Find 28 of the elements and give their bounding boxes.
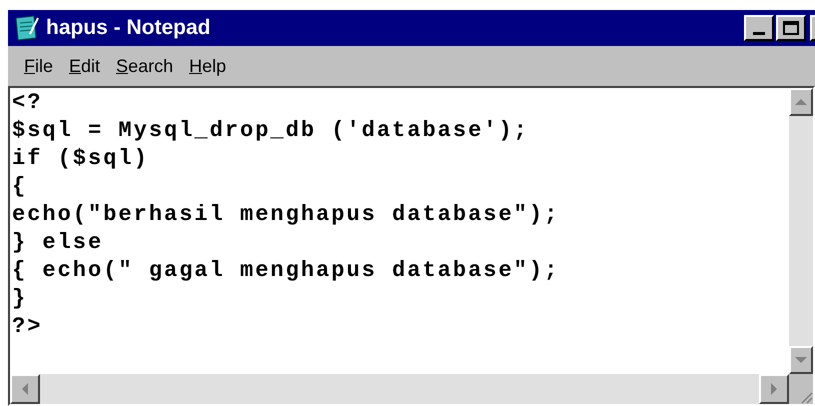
- scroll-up-button[interactable]: [789, 88, 813, 116]
- window-title: hapus - Notepad: [46, 15, 212, 42]
- minimize-icon: [753, 32, 765, 35]
- code-line: ?>: [12, 313, 44, 341]
- menu-item[interactable]: File: [16, 51, 62, 81]
- code-line: if ($sql): [12, 145, 150, 173]
- maximize-icon: [783, 21, 799, 35]
- resize-grip-icon: [799, 390, 813, 404]
- maximize-button[interactable]: [776, 15, 806, 41]
- left-arrow-icon: [22, 383, 28, 395]
- scroll-right-button[interactable]: [759, 374, 789, 404]
- code-line: } else: [12, 229, 104, 257]
- code-line: { echo(" gagal menghapus database");: [12, 257, 560, 285]
- menu-item[interactable]: Edit: [61, 51, 108, 81]
- code-line: {: [12, 173, 28, 201]
- text-editor[interactable]: <? $sql = Mysql_drop_db ('database'); if ($sql) { echo("berhasil menghapus database"); } else { echo(" gagal menghapus database"); } ?>: [10, 88, 789, 374]
- down-arrow-icon: [795, 357, 807, 363]
- right-arrow-icon: [771, 383, 777, 395]
- code-line: echo("berhasil menghapus database");: [12, 201, 560, 229]
- menu-item[interactable]: Help: [181, 51, 234, 81]
- scroll-left-button[interactable]: [10, 374, 40, 404]
- up-arrow-icon: [795, 99, 807, 105]
- code-line: <?: [12, 89, 44, 117]
- minimize-button[interactable]: [744, 15, 774, 41]
- scroll-down-button[interactable]: [789, 346, 813, 374]
- menu-item[interactable]: Search: [108, 51, 182, 81]
- code-line: $sql = Mysql_drop_db ('database');: [12, 117, 530, 145]
- code-line: }: [12, 285, 28, 313]
